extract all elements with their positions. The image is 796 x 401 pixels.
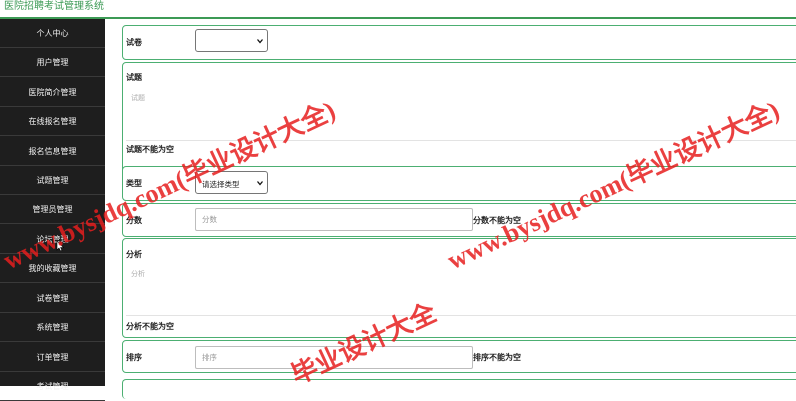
- type-select[interactable]: 请选择类型: [195, 171, 268, 194]
- sidebar-item-label: 系统管理: [36, 323, 69, 332]
- sidebar-item-label: 试卷管理: [36, 294, 69, 303]
- question-error: 试题不能为空: [126, 145, 174, 154]
- sidebar-item-label: 用户管理: [36, 58, 69, 67]
- sidebar-item-online-registration[interactable]: 在线报名管理: [0, 107, 105, 136]
- score-placeholder: 分数: [202, 215, 217, 224]
- sidebar-item-papers[interactable]: 试卷管理: [0, 284, 105, 313]
- score-error: 分数不能为空: [473, 216, 521, 225]
- sidebar-item-label: 试题管理: [36, 176, 69, 185]
- sidebar-item-label: 订单管理: [36, 353, 69, 362]
- sidebar-item-label: 医院简介管理: [28, 88, 77, 97]
- question-placeholder: 试题: [131, 95, 145, 102]
- sidebar-item-favorites[interactable]: 我的收藏管理: [0, 254, 105, 283]
- score-label: 分数: [126, 216, 142, 225]
- sidebar-item-orders[interactable]: 订单管理: [0, 343, 105, 372]
- sidebar-item-users[interactable]: 用户管理: [0, 48, 105, 77]
- mouse-cursor-icon: [56, 241, 64, 251]
- sort-placeholder: 排序: [202, 353, 217, 362]
- sidebar-item-label: 管理员管理: [32, 205, 73, 214]
- question-label: 试题: [126, 73, 142, 82]
- app-title: 医院招聘考试管理系统: [4, 1, 104, 12]
- score-row: 分数 分数 分数不能为空: [122, 203, 796, 237]
- next-row: [122, 379, 796, 399]
- analysis-placeholder: 分析: [131, 271, 145, 278]
- sidebar-item-label: 我的收藏管理: [28, 264, 77, 273]
- sidebar-item-label: 个人中心: [36, 29, 69, 38]
- chevron-down-icon: [257, 181, 263, 186]
- analysis-label: 分析: [126, 250, 142, 259]
- sidebar-item-exams[interactable]: 考试管理: [0, 372, 105, 401]
- sidebar: 个人中心 用户管理 医院简介管理 在线报名管理 报名信息管理 试题管理 管理员管…: [0, 19, 105, 401]
- sidebar-item-label: 报名信息管理: [28, 147, 77, 156]
- analysis-textarea[interactable]: 分析: [126, 264, 796, 314]
- paper-label: 试卷: [126, 38, 142, 47]
- top-bar: 医院招聘考试管理系统: [0, 0, 796, 19]
- sidebar-item-system[interactable]: 系统管理: [0, 313, 105, 342]
- main-content: 试卷 试题 试题 试题不能为空 类型 请选择类型 分数 分数 分数不能为空 分析…: [105, 19, 796, 399]
- sidebar-item-questions[interactable]: 试题管理: [0, 166, 105, 195]
- sidebar-item-admins[interactable]: 管理员管理: [0, 195, 105, 224]
- sidebar-item-hospital-intro[interactable]: 医院简介管理: [0, 78, 105, 107]
- sidebar-item-forum[interactable]: 论坛管理: [0, 225, 105, 254]
- type-row: 类型 请选择类型: [122, 166, 796, 201]
- sort-label: 排序: [126, 353, 142, 362]
- question-row: 试题 试题 试题不能为空: [122, 62, 796, 179]
- sidebar-item-registration-info[interactable]: 报名信息管理: [0, 137, 105, 166]
- analysis-error: 分析不能为空: [126, 322, 174, 331]
- analysis-row: 分析 分析 分析不能为空: [122, 238, 796, 338]
- chevron-down-icon: [257, 39, 263, 44]
- paper-row: 试卷: [122, 25, 796, 60]
- sort-error: 排序不能为空: [473, 353, 521, 362]
- sidebar-item-personal-center[interactable]: 个人中心: [0, 19, 105, 48]
- question-textarea[interactable]: 试题: [126, 88, 796, 138]
- sort-row: 排序 排序 排序不能为空: [122, 340, 796, 373]
- type-label: 类型: [126, 179, 142, 188]
- divider: [126, 315, 796, 316]
- sidebar-item-label: 考试管理: [36, 382, 69, 391]
- type-select-value: 请选择类型: [202, 180, 240, 189]
- paper-select[interactable]: [195, 29, 268, 52]
- sidebar-item-label: 在线报名管理: [28, 117, 77, 126]
- sort-input[interactable]: 排序: [195, 346, 473, 369]
- divider: [126, 140, 796, 141]
- score-input[interactable]: 分数: [195, 208, 473, 231]
